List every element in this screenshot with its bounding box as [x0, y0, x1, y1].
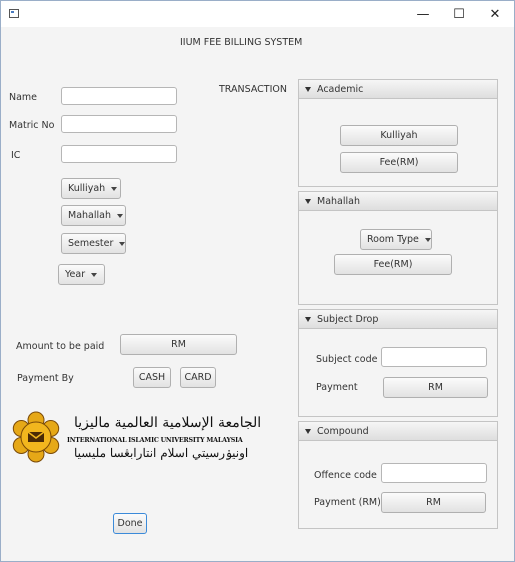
- academic-kulliyah-button[interactable]: Kulliyah: [340, 125, 458, 146]
- minimize-button[interactable]: —: [406, 3, 440, 25]
- kulliyah-dropdown-label: Kulliyah: [68, 183, 106, 194]
- subject-payment-rm-button[interactable]: RM: [383, 377, 488, 398]
- app-title: IIUM FEE BILLING SYSTEM: [180, 37, 303, 48]
- chevron-down-icon: [424, 237, 431, 242]
- close-button[interactable]: ✕: [478, 3, 512, 25]
- subject-code-label: Subject code: [316, 354, 378, 365]
- ic-label: IC: [11, 150, 21, 161]
- minimize-icon: —: [416, 6, 430, 22]
- logo-arabic-text: الجامعة الإسلامية العالمية ماليزيا: [74, 415, 262, 431]
- academic-pane-header[interactable]: Academic: [299, 80, 497, 99]
- compound-pane: Compound Offence code Payment (RM) RM: [298, 421, 498, 529]
- maximize-button[interactable]: ☐: [442, 3, 476, 25]
- academic-pane-title: Academic: [317, 84, 364, 95]
- mahallah-pane-header[interactable]: Mahallah: [299, 192, 497, 211]
- collapse-triangle-icon: [305, 199, 311, 204]
- chevron-down-icon: [91, 272, 98, 277]
- name-label: Name: [9, 92, 38, 103]
- compound-pane-header[interactable]: Compound: [299, 422, 497, 441]
- chevron-down-icon: [116, 213, 123, 218]
- academic-pane: Academic Kulliyah Fee(RM): [298, 79, 498, 187]
- mahallah-fee-button[interactable]: Fee(RM): [334, 254, 452, 275]
- title-bar: — ☐ ✕: [1, 1, 514, 27]
- mahallah-dropdown-label: Mahallah: [68, 210, 111, 221]
- java-app-icon: [9, 9, 19, 18]
- cash-button[interactable]: CASH: [133, 367, 171, 388]
- semester-dropdown[interactable]: Semester: [61, 233, 126, 254]
- kulliyah-dropdown[interactable]: Kulliyah: [61, 178, 121, 199]
- mahallah-pane-title: Mahallah: [317, 196, 360, 207]
- name-input[interactable]: [61, 87, 177, 105]
- transaction-label: TRANSACTION: [219, 84, 287, 95]
- matric-no-input[interactable]: [61, 115, 177, 133]
- offence-code-input[interactable]: [381, 463, 487, 483]
- compound-payment-label: Payment (RM): [314, 497, 381, 508]
- chevron-down-icon: [119, 241, 126, 246]
- offence-code-label: Offence code: [314, 470, 377, 481]
- mahallah-pane: Mahallah Room Type Fee(RM): [298, 191, 498, 305]
- subject-drop-pane-title: Subject Drop: [317, 314, 379, 325]
- academic-fee-button[interactable]: Fee(RM): [340, 152, 458, 173]
- ic-input[interactable]: [61, 145, 177, 163]
- amount-label: Amount to be paid: [16, 341, 105, 352]
- subject-code-input[interactable]: [381, 347, 487, 367]
- close-icon: ✕: [489, 6, 501, 22]
- maximize-icon: ☐: [453, 6, 465, 22]
- subject-drop-pane-header[interactable]: Subject Drop: [299, 310, 497, 329]
- room-type-dropdown[interactable]: Room Type: [360, 229, 432, 250]
- amount-rm-button[interactable]: RM: [120, 334, 237, 355]
- collapse-triangle-icon: [305, 317, 311, 322]
- iium-emblem-icon: [12, 411, 60, 463]
- subject-drop-pane: Subject Drop Subject code Payment RM: [298, 309, 498, 417]
- year-dropdown[interactable]: Year: [58, 264, 105, 285]
- collapse-triangle-icon: [305, 429, 311, 434]
- compound-pane-title: Compound: [317, 426, 369, 437]
- semester-dropdown-label: Semester: [68, 238, 114, 249]
- collapse-triangle-icon: [305, 87, 311, 92]
- compound-payment-rm-button[interactable]: RM: [381, 492, 486, 513]
- logo-english-text: INTERNATIONAL ISLAMIC UNIVERSITY MALAYSI…: [67, 437, 243, 444]
- matric-no-label: Matric No: [9, 120, 55, 131]
- mahallah-dropdown[interactable]: Mahallah: [61, 205, 126, 226]
- logo-jawi-text: اونيۏرسيتي اسلام انتارابڠسا مليسيا: [74, 446, 249, 460]
- payment-by-label: Payment By: [17, 373, 74, 384]
- year-dropdown-label: Year: [65, 269, 86, 280]
- room-type-dropdown-label: Room Type: [367, 234, 419, 245]
- chevron-down-icon: [111, 186, 118, 191]
- subject-payment-label: Payment: [316, 382, 358, 393]
- done-button[interactable]: Done: [113, 513, 147, 534]
- card-button[interactable]: CARD: [180, 367, 216, 388]
